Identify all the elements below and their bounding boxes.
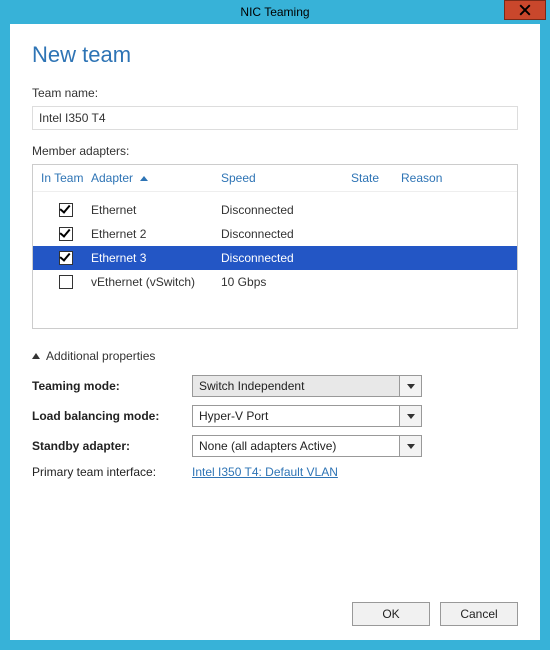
adapter-speed: Disconnected bbox=[221, 227, 351, 241]
col-adapter-label: Adapter bbox=[91, 171, 133, 185]
adapter-name: Ethernet 3 bbox=[91, 251, 221, 265]
in-team-checkbox[interactable] bbox=[59, 203, 73, 217]
standby-adapter-dropdown-button[interactable] bbox=[400, 435, 422, 457]
adapter-table-header: In Team Adapter Speed State Reason bbox=[33, 165, 517, 192]
adapter-table-body: EthernetDisconnectedEthernet 2Disconnect… bbox=[33, 192, 517, 328]
table-row[interactable]: Ethernet 2Disconnected bbox=[33, 222, 517, 246]
col-reason[interactable]: Reason bbox=[401, 171, 509, 185]
adapter-name: Ethernet 2 bbox=[91, 227, 221, 241]
team-name-input[interactable] bbox=[32, 106, 518, 130]
primary-interface-link[interactable]: Intel I350 T4: Default VLAN bbox=[192, 465, 338, 479]
teaming-mode-label: Teaming mode: bbox=[32, 379, 192, 393]
adapter-speed: Disconnected bbox=[221, 203, 351, 217]
chevron-down-icon bbox=[407, 444, 415, 449]
adapter-name: vEthernet (vSwitch) bbox=[91, 275, 221, 289]
load-balancing-row: Load balancing mode: Hyper-V Port bbox=[32, 405, 518, 427]
adapter-speed: 10 Gbps bbox=[221, 275, 351, 289]
load-balancing-dropdown-button[interactable] bbox=[400, 405, 422, 427]
primary-interface-row: Primary team interface: Intel I350 T4: D… bbox=[32, 465, 518, 479]
adapter-name: Ethernet bbox=[91, 203, 221, 217]
sort-asc-icon bbox=[140, 176, 148, 181]
adapter-table: In Team Adapter Speed State Reason Ether… bbox=[32, 164, 518, 329]
team-name-label: Team name: bbox=[32, 86, 518, 100]
page-title: New team bbox=[32, 42, 518, 68]
chevron-up-icon bbox=[32, 353, 40, 359]
teaming-mode-dropdown-button[interactable] bbox=[400, 375, 422, 397]
load-balancing-value: Hyper-V Port bbox=[192, 405, 400, 427]
teaming-mode-select[interactable]: Switch Independent bbox=[192, 375, 422, 397]
table-row[interactable]: vEthernet (vSwitch)10 Gbps bbox=[33, 270, 517, 294]
dialog-buttons: OK Cancel bbox=[32, 590, 518, 626]
col-adapter[interactable]: Adapter bbox=[91, 171, 221, 185]
standby-adapter-label: Standby adapter: bbox=[32, 439, 192, 453]
standby-adapter-row: Standby adapter: None (all adapters Acti… bbox=[32, 435, 518, 457]
col-in-team[interactable]: In Team bbox=[41, 171, 91, 185]
adapter-speed: Disconnected bbox=[221, 251, 351, 265]
chevron-down-icon bbox=[407, 414, 415, 419]
close-button[interactable] bbox=[504, 0, 546, 20]
load-balancing-label: Load balancing mode: bbox=[32, 409, 192, 423]
standby-adapter-value: None (all adapters Active) bbox=[192, 435, 400, 457]
close-icon bbox=[519, 4, 531, 16]
window-title: NIC Teaming bbox=[0, 5, 550, 19]
in-team-checkbox[interactable] bbox=[59, 275, 73, 289]
chevron-down-icon bbox=[407, 384, 415, 389]
teaming-mode-row: Teaming mode: Switch Independent bbox=[32, 375, 518, 397]
load-balancing-select[interactable]: Hyper-V Port bbox=[192, 405, 422, 427]
standby-adapter-select[interactable]: None (all adapters Active) bbox=[192, 435, 422, 457]
table-row[interactable]: EthernetDisconnected bbox=[33, 198, 517, 222]
table-row[interactable]: Ethernet 3Disconnected bbox=[33, 246, 517, 270]
primary-interface-label: Primary team interface: bbox=[32, 465, 192, 479]
in-team-checkbox[interactable] bbox=[59, 251, 73, 265]
cancel-button[interactable]: Cancel bbox=[440, 602, 518, 626]
member-adapters-label: Member adapters: bbox=[32, 144, 518, 158]
teaming-mode-value: Switch Independent bbox=[192, 375, 400, 397]
ok-button[interactable]: OK bbox=[352, 602, 430, 626]
col-state[interactable]: State bbox=[351, 171, 401, 185]
additional-properties-label: Additional properties bbox=[46, 349, 155, 363]
additional-properties-toggle[interactable]: Additional properties bbox=[32, 349, 518, 363]
col-speed[interactable]: Speed bbox=[221, 171, 351, 185]
title-bar: NIC Teaming bbox=[0, 0, 550, 24]
dialog-body: New team Team name: Member adapters: In … bbox=[10, 24, 540, 640]
in-team-checkbox[interactable] bbox=[59, 227, 73, 241]
